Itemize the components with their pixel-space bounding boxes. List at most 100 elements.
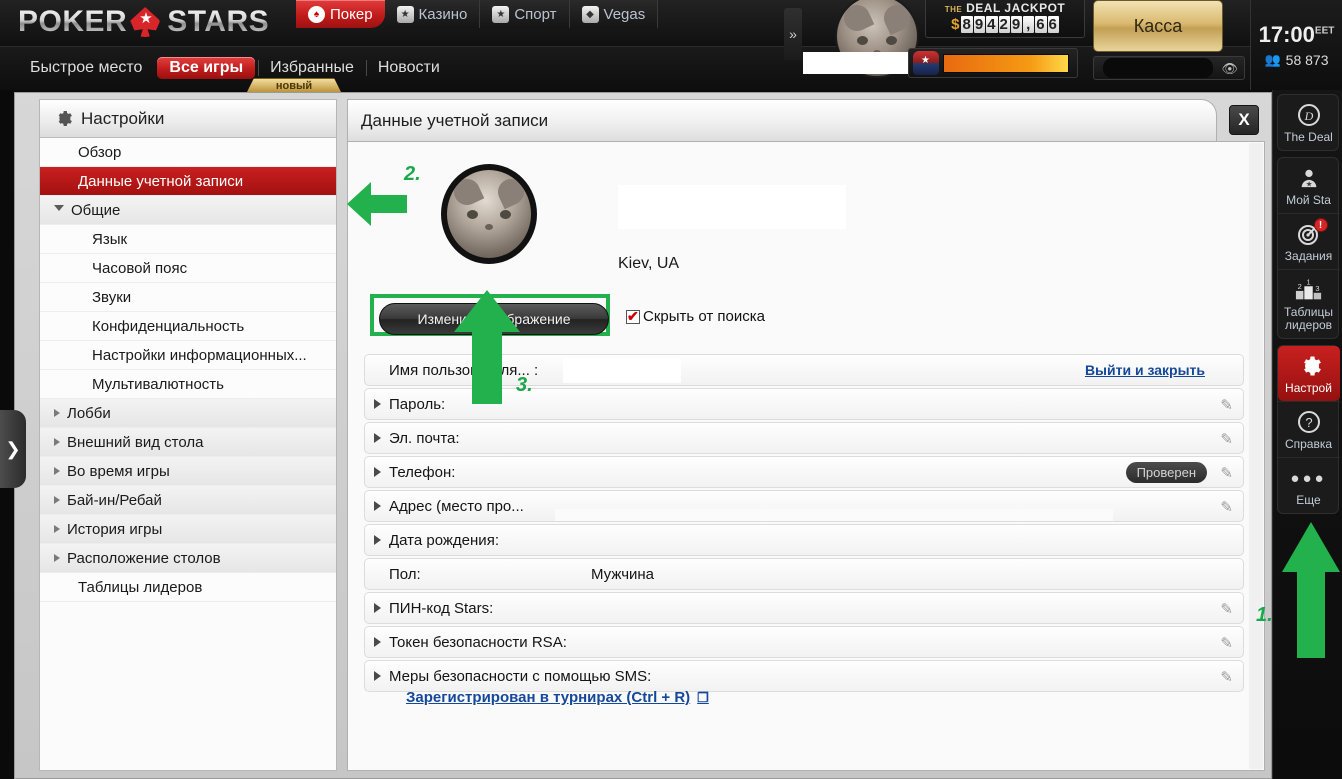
hide-from-search-row[interactable]: Скрыть от поиска xyxy=(626,308,765,325)
nav-item-all-games[interactable]: Все игры xyxy=(157,57,256,79)
players-online: 👥 58 873 xyxy=(1264,52,1328,68)
rail-item-label: Мой Sta xyxy=(1286,193,1331,207)
table-row[interactable]: ПИН-код Stars: ✎ xyxy=(364,592,1244,624)
close-icon[interactable]: X xyxy=(1229,105,1259,135)
expand-arrow-icon[interactable] xyxy=(365,637,389,647)
settings-window: Настройки Обзор Данные учетной записи Об… xyxy=(14,92,1272,779)
expand-arrow-icon[interactable] xyxy=(365,535,389,545)
clock-timezone: EET xyxy=(1314,25,1335,37)
rail-item-label: Справка xyxy=(1284,437,1333,451)
spade-icon: ♠ xyxy=(308,5,325,23)
display-name-redaction xyxy=(618,185,846,229)
rewards-progress-bar[interactable] xyxy=(908,48,1078,78)
annotation-arrow-up-right xyxy=(1282,522,1340,658)
table-row[interactable]: Токен безопасности RSA: ✎ xyxy=(364,626,1244,658)
rail-item-label: Настрой xyxy=(1285,381,1332,395)
rail-item-my-stars[interactable]: ★ Мой Sta xyxy=(1278,158,1340,213)
sidebar-item-account-data[interactable]: Данные учетной записи xyxy=(40,167,336,196)
rail-group-settings: Настрой ? Справка ●●● Еще xyxy=(1276,345,1340,514)
rail-item-settings[interactable]: Настрой xyxy=(1277,346,1340,401)
players-online-count: 58 873 xyxy=(1285,52,1329,68)
scrollbar[interactable] xyxy=(1249,143,1263,769)
field-label: Дата рождения: xyxy=(389,531,499,549)
sidebar-item-buyin-rebuy[interactable]: Бай-ин/Ребай xyxy=(40,486,336,515)
table-row[interactable]: Телефон: Проверен ✎ xyxy=(364,456,1244,488)
sidebar-item-lobby[interactable]: Лобби xyxy=(40,399,336,428)
edit-pencil-icon[interactable]: ✎ xyxy=(1220,464,1233,482)
product-tab-sport[interactable]: ★ Спорт xyxy=(480,0,570,28)
left-panel-expand-handle[interactable]: ❯ xyxy=(0,410,26,488)
sidebar-item-label: Мультивалютность xyxy=(92,375,224,393)
sidebar-item-overview[interactable]: Обзор xyxy=(40,138,336,167)
logo-text-poker: POKER xyxy=(18,5,128,38)
sidebar-item-general[interactable]: Общие xyxy=(40,196,336,225)
sidebar-item-game-history[interactable]: История игры xyxy=(40,515,336,544)
expand-arrow-icon[interactable] xyxy=(365,501,389,511)
nav-item-news[interactable]: Новости xyxy=(365,57,452,79)
rail-group-main: ★ Мой Sta ! Задания 2 1 3 Таблицы лидеро… xyxy=(1276,157,1340,339)
cat-avatar-image xyxy=(447,170,531,258)
field-label: Телефон: xyxy=(389,463,456,481)
hide-from-search-checkbox[interactable] xyxy=(626,308,640,325)
rail-item-more[interactable]: ●●● Еще xyxy=(1277,457,1340,513)
nav-item-quick-seat[interactable]: Быстрое место xyxy=(18,57,154,79)
product-tab-vegas[interactable]: ◆ Vegas xyxy=(569,0,659,28)
sidebar-item-in-game[interactable]: Во время игры xyxy=(40,457,336,486)
product-tab-label: Vegas xyxy=(603,5,646,23)
field-label: Меры безопасности с помощью SMS: xyxy=(389,667,652,685)
expand-arrow-icon[interactable] xyxy=(365,399,389,409)
eye-icon[interactable]: 👁 xyxy=(1221,61,1238,77)
product-tab-label: Спорт xyxy=(514,5,557,23)
sidebar-item-leaderboards[interactable]: Таблицы лидеров xyxy=(40,573,336,602)
status-badge: Проверен xyxy=(1125,462,1207,483)
sidebar-item-table-arrangement[interactable]: Расположение столов xyxy=(40,544,336,573)
edit-pencil-icon[interactable]: ✎ xyxy=(1220,430,1233,448)
registered-tournaments-link[interactable]: Зарегистрирован в турнирах (Ctrl + R) ❐ xyxy=(406,689,709,706)
edit-pencil-icon[interactable]: ✎ xyxy=(1220,668,1233,686)
expand-arrow-icon[interactable] xyxy=(365,603,389,613)
sidebar-item-language[interactable]: Язык xyxy=(40,225,336,254)
cashier-button[interactable]: Касса xyxy=(1093,0,1223,52)
sidebar-item-privacy[interactable]: Конфиденциальность xyxy=(40,312,336,341)
rail-item-help[interactable]: ? Справка xyxy=(1277,401,1340,457)
product-tab-casino[interactable]: ★ Казино xyxy=(384,0,481,28)
product-tab-poker[interactable]: ♠ Покер xyxy=(296,0,385,28)
logout-and-close-link[interactable]: Выйти и закрыть xyxy=(1085,362,1205,378)
sidebar-item-notifications[interactable]: Настройки информационных... xyxy=(40,341,336,370)
sidebar-item-table-appearance[interactable]: Внешний вид стола xyxy=(40,428,336,457)
chevron-right-icon xyxy=(54,496,60,504)
deal-jackpot-display[interactable]: THE DEAL JACKPOT $ 89429,66 xyxy=(925,0,1085,38)
sidebar-item-label: Таблицы лидеров xyxy=(78,578,203,596)
rail-item-missions[interactable]: ! Задания xyxy=(1277,213,1340,269)
sidebar-item-label: Расположение столов xyxy=(67,549,221,567)
edit-pencil-icon[interactable]: ✎ xyxy=(1220,634,1233,652)
expand-arrow-icon[interactable] xyxy=(365,433,389,443)
table-row[interactable]: Адрес (место про... ✎ xyxy=(364,490,1244,522)
field-label: ПИН-код Stars: xyxy=(389,599,494,617)
pokerstars-logo[interactable]: POKER ★ STARS xyxy=(18,2,269,42)
sidebar-item-multicurrency[interactable]: Мультивалютность xyxy=(40,370,336,399)
page-title: Данные учетной записи xyxy=(361,110,549,130)
sidebar-item-sounds[interactable]: Звуки xyxy=(40,283,336,312)
expand-arrow-icon[interactable] xyxy=(365,671,389,681)
expand-arrow-icon[interactable] xyxy=(365,467,389,477)
nav-item-favourites[interactable]: Избранные xyxy=(258,57,366,79)
edit-pencil-icon[interactable]: ✎ xyxy=(1220,498,1233,516)
sidebar-item-timezone[interactable]: Часовой пояс xyxy=(40,254,336,283)
edit-pencil-icon[interactable]: ✎ xyxy=(1220,396,1233,414)
annotation-arrow-left xyxy=(347,182,407,226)
rail-item-the-deal[interactable]: D The Deal xyxy=(1278,95,1340,150)
jackpot-the-label: THE xyxy=(944,4,963,14)
edit-pencil-icon[interactable]: ✎ xyxy=(1220,600,1233,618)
rail-item-leaderboards[interactable]: 2 1 3 Таблицы лидеров xyxy=(1277,269,1340,338)
table-row[interactable]: Дата рождения: xyxy=(364,524,1244,556)
avatar[interactable] xyxy=(441,164,537,264)
close-label: X xyxy=(1238,110,1250,129)
sidebar-header: Настройки xyxy=(40,100,336,138)
table-row[interactable]: Эл. почта: ✎ xyxy=(364,422,1244,454)
hide-from-search-label: Скрыть от поиска xyxy=(643,308,765,325)
notification-badge: ! xyxy=(1313,218,1328,232)
product-tabs: ♠ Покер ★ Казино ★ Спорт ◆ Vegas xyxy=(296,0,659,28)
chevron-right-double-icon[interactable]: » xyxy=(784,8,802,60)
table-row[interactable]: Меры безопасности с помощью SMS: ✎ xyxy=(364,660,1244,692)
